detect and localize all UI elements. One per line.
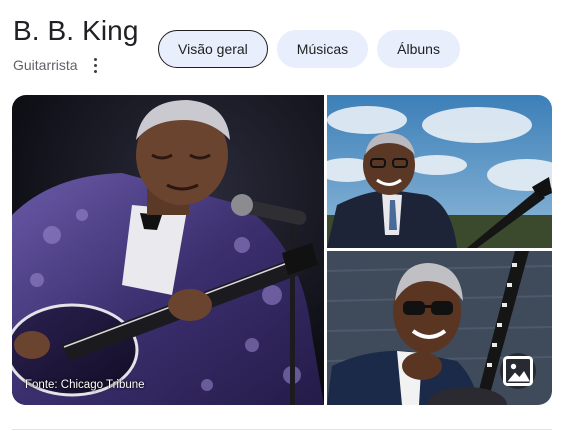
- tab-bar: Visão geral Músicas Álbuns: [158, 30, 460, 68]
- main-photo[interactable]: Fonte: Chicago Tribune: [12, 95, 324, 405]
- entity-title: B. B. King: [13, 15, 139, 46]
- tab-visao-geral[interactable]: Visão geral: [158, 30, 268, 68]
- image-source-caption: Fonte: Chicago Tribune: [25, 379, 145, 391]
- secondary-photo-top-art: [327, 95, 552, 248]
- entity-subtitle: Guitarrista: [13, 57, 78, 73]
- more-dot: [94, 69, 98, 73]
- image-icon: [503, 356, 533, 386]
- more-dot: [94, 63, 98, 67]
- tab-albuns[interactable]: Álbuns: [377, 30, 460, 68]
- more-dot: [94, 57, 98, 61]
- main-photo-art: [12, 95, 324, 405]
- tab-musicas[interactable]: Músicas: [276, 30, 369, 68]
- section-divider: [12, 429, 552, 430]
- view-images-button[interactable]: [500, 353, 536, 389]
- secondary-photo-top[interactable]: [327, 95, 552, 248]
- secondary-photo-bottom[interactable]: [327, 251, 552, 405]
- more-vert-icon[interactable]: [88, 56, 104, 74]
- subtitle-row: Guitarrista: [13, 56, 104, 74]
- image-gallery: Fonte: Chicago Tribune: [12, 95, 552, 405]
- knowledge-panel: B. B. King Guitarrista Visão geral Músic…: [0, 0, 569, 431]
